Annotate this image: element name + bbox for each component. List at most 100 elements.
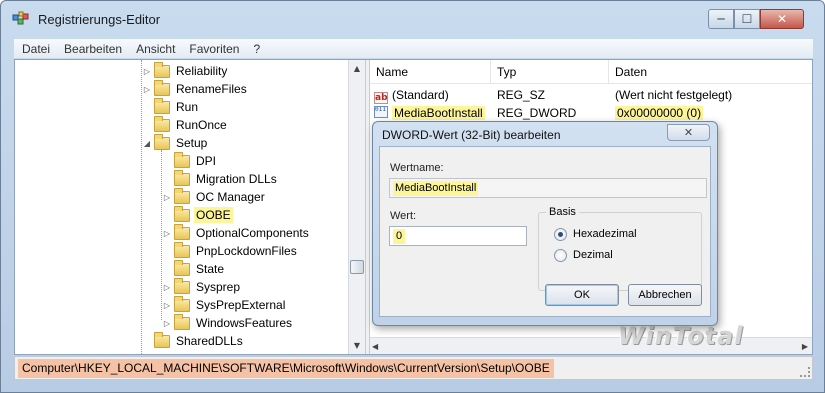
folder-icon	[154, 115, 170, 132]
value-data-input[interactable]: 0	[389, 226, 527, 246]
tree-item[interactable]: Migration DLLs	[162, 169, 279, 188]
list-horizontal-scrollbar[interactable]: ◀ ▶	[370, 337, 812, 354]
tree-item[interactable]: ▷ OptionalComponents	[162, 223, 311, 242]
tree-item-label: SysPrepExternal	[196, 298, 286, 312]
tree-item-selected[interactable]: OOBE	[162, 205, 233, 224]
close-icon: ✕	[683, 126, 694, 139]
value-data: (Wert nicht festgelegt)	[615, 88, 733, 102]
tree-item[interactable]: ▷ SysPrepExternal	[162, 295, 287, 314]
tree-item-label: DPI	[196, 154, 217, 168]
tree-item[interactable]: ▷ WindowsFeatures	[162, 313, 294, 332]
folder-open-icon	[154, 133, 170, 150]
tree-item[interactable]: ▷ OC Manager	[162, 187, 267, 206]
expand-icon[interactable]: ▷	[142, 67, 152, 76]
scroll-down-icon[interactable]: ▼	[349, 337, 365, 354]
list-header: Name Typ Daten	[370, 60, 812, 84]
scroll-up-icon[interactable]: ▲	[349, 60, 365, 77]
close-button[interactable]: ✕	[760, 9, 804, 29]
tree-vertical-scrollbar[interactable]: ▲ ▼	[348, 60, 365, 354]
dialog-body: Wertname: MediaBootInstall Wert: 0 Basis…	[379, 146, 711, 317]
tree-item-label: OOBE	[194, 207, 233, 223]
cancel-button[interactable]: Abbrechen	[628, 284, 702, 306]
hexadecimal-label[interactable]: Hexadezimal	[573, 228, 637, 240]
maximize-button[interactable]: ☐	[734, 9, 760, 29]
tree-item[interactable]: SharedDLLs	[142, 331, 245, 350]
hexadecimal-radio[interactable]	[554, 228, 567, 241]
tree-item[interactable]: PnpLockdownFiles	[162, 241, 299, 260]
folder-icon	[154, 331, 170, 348]
tree-item-label: State	[196, 262, 225, 276]
tree-item[interactable]: Run	[142, 97, 200, 116]
menu-help[interactable]: ?	[245, 42, 266, 56]
folder-icon	[174, 169, 190, 186]
folder-icon	[174, 277, 190, 294]
list-row[interactable]: ab (Standard) REG_SZ (Wert nicht festgele…	[370, 86, 812, 104]
folder-icon	[174, 151, 190, 168]
value-name-text: MediaBootInstall	[393, 181, 479, 196]
scroll-left-icon[interactable]: ◀	[372, 338, 378, 355]
dialog-close-button[interactable]: ✕	[667, 124, 710, 141]
close-icon: ✕	[776, 12, 788, 26]
value-name: (Standard)	[392, 88, 449, 102]
folder-icon	[174, 259, 190, 276]
scroll-right-icon[interactable]: ▶	[802, 338, 808, 355]
decimal-radio[interactable]	[554, 249, 567, 262]
scroll-thumb[interactable]	[350, 260, 364, 274]
folder-icon	[154, 79, 170, 96]
title-bar[interactable]: Registrierungs-Editor ─ ☐ ✕	[1, 1, 824, 35]
value-type: REG_SZ	[497, 88, 546, 102]
folder-icon	[174, 295, 190, 312]
ok-button[interactable]: OK	[545, 284, 619, 306]
value-data: 0x00000000 (0)	[615, 106, 704, 120]
basis-label: Basis	[546, 206, 579, 218]
tree-item[interactable]: RunOnce	[142, 115, 229, 134]
minimize-button[interactable]: ─	[708, 9, 734, 29]
tree-item-label: SharedDLLs	[176, 334, 243, 348]
column-header-data[interactable]: Daten	[609, 60, 812, 84]
tree-item[interactable]: DPI	[162, 151, 218, 170]
tree-item-label: Setup	[176, 136, 208, 150]
tree-item-label: OC Manager	[196, 190, 265, 204]
list-row-selected[interactable]: 011 110 MediaBootInstall REG_DWORD 0x0000…	[370, 104, 812, 122]
expand-icon[interactable]: ▷	[162, 301, 172, 310]
status-bar: Computer\HKEY_LOCAL_MACHINE\SOFTWARE\Mic…	[14, 356, 813, 380]
tree-item-label: WindowsFeatures	[196, 316, 293, 330]
menu-favoriten[interactable]: Favoriten	[181, 42, 245, 56]
expand-icon[interactable]: ▷	[162, 193, 172, 202]
tree-item-label: Reliability	[176, 64, 228, 78]
tree-item[interactable]: ▷ Sysprep	[162, 277, 242, 296]
value-name-label: Wertname:	[390, 162, 444, 174]
tree-item-label: Migration DLLs	[196, 172, 277, 186]
value-name-field: MediaBootInstall	[389, 178, 707, 198]
registry-tree[interactable]: ▷ Reliability ▷ RenameFiles Run RunOnce ◢ S…	[15, 60, 365, 354]
menu-bearbeiten[interactable]: Bearbeiten	[56, 42, 128, 56]
column-header-type[interactable]: Typ	[491, 60, 609, 84]
tree-item[interactable]: ◢ Setup	[142, 133, 209, 152]
expand-icon[interactable]: ▷	[142, 85, 152, 94]
folder-icon	[174, 241, 190, 258]
expand-icon[interactable]: ▷	[162, 229, 172, 238]
collapse-icon[interactable]: ◢	[142, 139, 152, 148]
tree-item-label: Run	[176, 100, 199, 114]
tree-item[interactable]: State	[162, 259, 226, 278]
binary-value-icon: 011 110	[374, 106, 388, 118]
menu-datei[interactable]: Datei	[14, 42, 56, 56]
decimal-label[interactable]: Dezimal	[573, 249, 613, 261]
value-data-label: Wert:	[390, 210, 417, 222]
column-header-name[interactable]: Name	[370, 60, 491, 84]
folder-icon	[154, 61, 170, 78]
folder-icon	[174, 223, 190, 240]
folder-icon	[174, 187, 190, 204]
folder-icon	[174, 313, 190, 330]
tree-item-label: RunOnce	[176, 118, 227, 132]
minimize-icon: ─	[717, 12, 725, 26]
window-title: Registrierungs-Editor	[38, 12, 161, 27]
tree-item[interactable]: ▷ Reliability	[142, 61, 229, 80]
tree-item-label: PnpLockdownFiles	[196, 244, 297, 258]
expand-icon[interactable]: ▷	[162, 283, 172, 292]
expand-icon[interactable]: ▷	[162, 319, 172, 328]
resize-grip-icon[interactable]	[800, 367, 810, 377]
tree-item[interactable]: ▷ RenameFiles	[142, 79, 249, 98]
menu-ansicht[interactable]: Ansicht	[128, 42, 181, 56]
edit-dword-dialog: DWORD-Wert (32-Bit) bearbeiten ✕ Wertnam…	[372, 121, 718, 326]
